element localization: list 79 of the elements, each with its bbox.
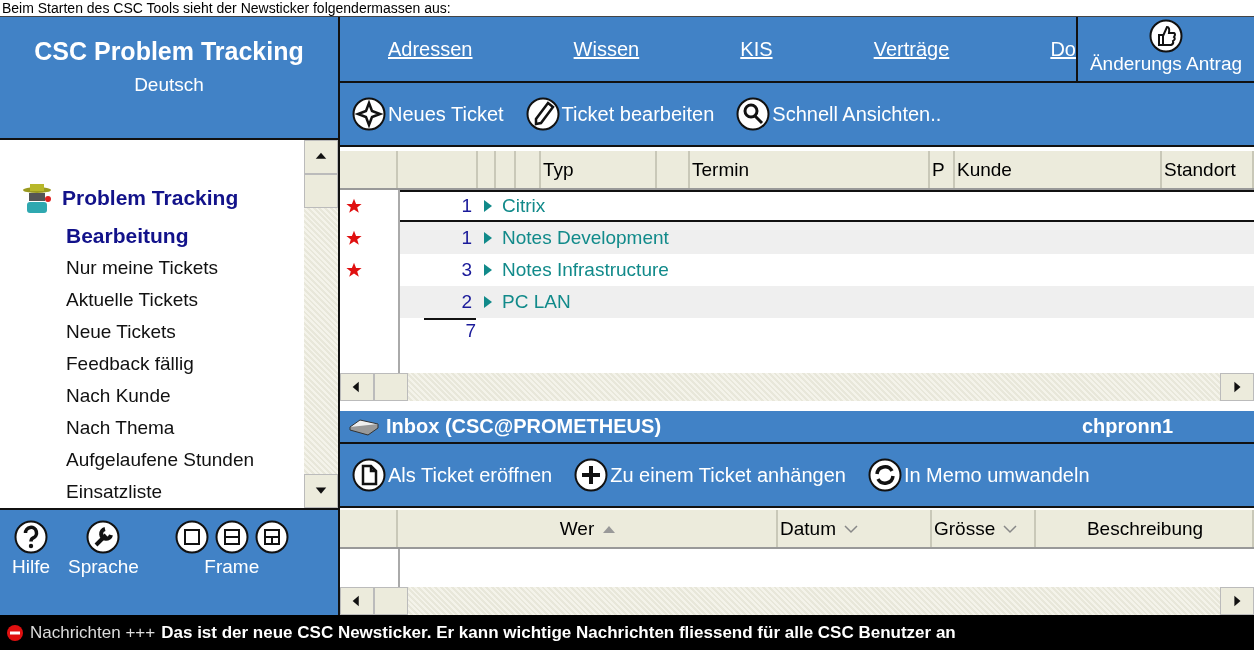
column-header[interactable]: Termin [690, 150, 930, 189]
column-header[interactable]: Datum [778, 509, 932, 548]
nav-link[interactable]: KIS [740, 37, 773, 61]
category-name: Notes Development [502, 227, 669, 250]
column-header[interactable]: Beschreibung [1036, 509, 1254, 548]
expand-arrow-icon[interactable] [482, 230, 494, 247]
sidebar-item[interactable]: Feedback fällig [66, 347, 194, 380]
refresh-icon [867, 458, 902, 493]
single-frame-icon [174, 519, 209, 554]
toolbar-button[interactable]: Neues Ticket [352, 97, 504, 132]
ticket-count: 2 [460, 291, 472, 314]
chevron-down-icon[interactable] [1003, 523, 1018, 534]
user-name: chpronn1 [1082, 415, 1174, 438]
tool-label[interactable]: Frame [204, 555, 260, 578]
scrollbar-thumb[interactable] [304, 173, 338, 208]
search-icon [736, 97, 771, 132]
chevron-down-icon[interactable] [843, 523, 858, 534]
page-icon [352, 458, 386, 493]
pencil-icon [525, 97, 560, 132]
vertical-scrollbar[interactable] [304, 139, 338, 508]
ticket-row[interactable]: 1 Citrix [400, 190, 1254, 223]
nav-link[interactable]: Verträge [873, 37, 950, 61]
ticket-count: 1 [460, 227, 472, 250]
scrollbar-thumb[interactable] [374, 587, 408, 616]
news-label: Nachrichten +++ [30, 622, 156, 643]
toolbar-button[interactable]: In Memo umwandeln [867, 458, 1090, 493]
expand-arrow-icon[interactable] [482, 294, 494, 311]
split-frame-icon [214, 519, 249, 554]
section-title: Problem Tracking [62, 185, 239, 210]
grid-frame-icon [254, 519, 289, 554]
ticket-count: 1 [460, 195, 472, 218]
no-entry-icon [6, 623, 24, 642]
toolbar-button[interactable]: Zu einem Ticket anhängen [574, 458, 846, 493]
sidebar-item[interactable]: Einsatzliste [66, 475, 163, 508]
column-header[interactable]: P [930, 150, 955, 189]
inbox-tray-icon [348, 417, 380, 436]
toolbar-button[interactable]: Ticket bearbeiten [525, 97, 715, 132]
language-label: Deutsch [134, 74, 204, 96]
sidebar-item[interactable]: Nur meine Tickets [66, 251, 219, 284]
category-name: Citrix [502, 195, 546, 218]
expand-arrow-icon[interactable] [482, 262, 494, 279]
scrollbar-thumb[interactable] [374, 372, 408, 401]
column-header[interactable]: Kunde [955, 150, 1162, 189]
nav-link[interactable]: Adressen [388, 37, 473, 61]
detective-icon [20, 181, 54, 214]
plus-icon [574, 458, 609, 493]
help-icon [14, 519, 48, 554]
ticket-row[interactable]: 2 PC LAN [400, 286, 1254, 319]
tool-label[interactable]: Sprache [68, 555, 139, 578]
column-header[interactable]: Wer [398, 509, 778, 548]
news-message: Das ist der neue CSC Newsticker. Er kann wichtige Nachrichten fliessend für alle CSC Benutzer an [161, 622, 956, 643]
toolbar-button[interactable]: Schnell Ansichten.. [736, 97, 942, 132]
tool-label[interactable]: Hilfe [12, 555, 50, 578]
sidebar-item[interactable]: Nach Thema [66, 411, 175, 444]
thumbs-up-icon [1149, 19, 1183, 53]
horizontal-scrollbar[interactable] [340, 372, 1254, 401]
category-name: Notes Infrastructure [502, 259, 669, 282]
wrench-icon [86, 519, 121, 554]
compass-icon [352, 97, 386, 132]
column-header[interactable]: Typ [541, 150, 657, 189]
sidebar-item[interactable]: Aufgelaufene Stunden [66, 443, 255, 476]
horizontal-scrollbar[interactable] [340, 587, 1254, 616]
column-header[interactable]: Grösse [932, 509, 1036, 548]
nav-link[interactable]: Wissen [573, 37, 640, 61]
app-title: CSC Problem Tracking [34, 37, 304, 66]
sidebar-item[interactable]: Aktuelle Tickets [66, 283, 198, 316]
category-name: PC LAN [502, 291, 571, 314]
sidebar-item[interactable]: Neue Tickets [66, 315, 176, 348]
ticket-count: 3 [460, 259, 472, 282]
nav-link[interactable]: Do [1050, 37, 1076, 61]
expand-arrow-icon[interactable] [482, 198, 494, 215]
caption-text: Beim Starten des CSC Tools sieht der Newsticker folgendermassen aus: [2, 0, 451, 16]
ticket-row[interactable]: 1 Notes Development [400, 222, 1254, 255]
ticket-total: 7 [424, 318, 476, 343]
toolbar-button[interactable]: Als Ticket eröffnen [352, 458, 553, 493]
inbox-title: Inbox (CSC@PROMETHEUS) [386, 415, 663, 438]
column-header[interactable]: Standort [1162, 150, 1254, 189]
sidebar-item[interactable]: Bearbeitung [66, 219, 189, 252]
sidebar-item[interactable]: Nach Kunde [66, 379, 171, 412]
